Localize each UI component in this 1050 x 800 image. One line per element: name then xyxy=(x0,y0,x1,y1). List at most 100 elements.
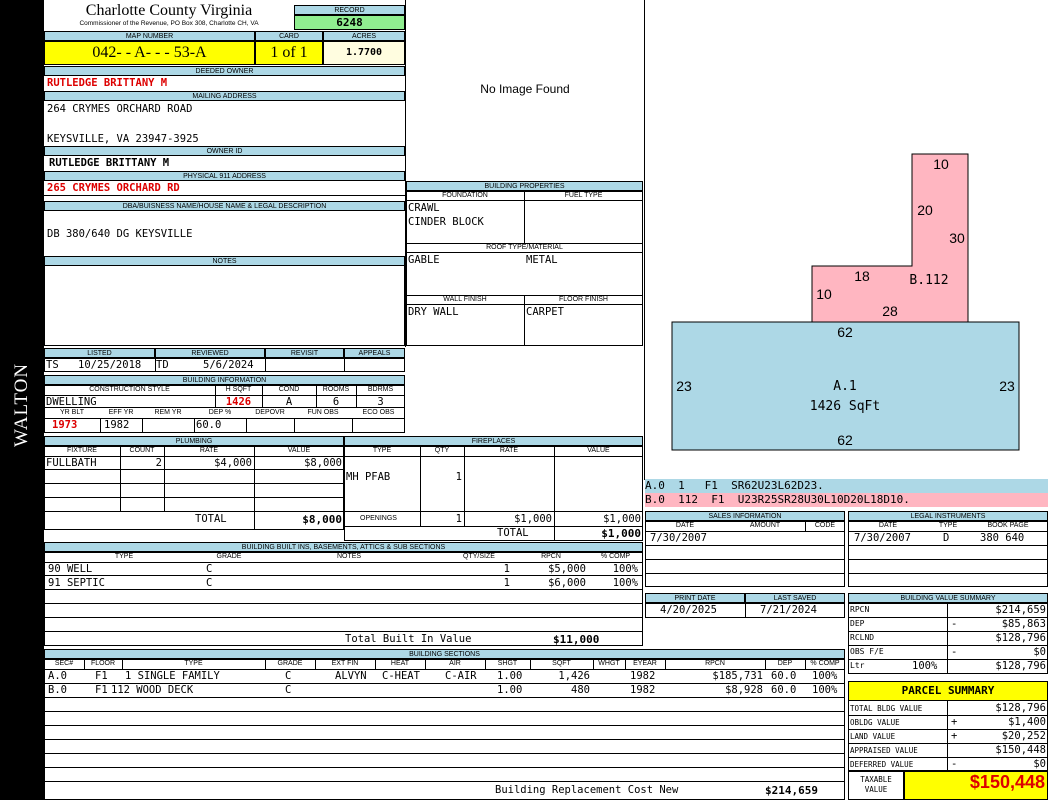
obldg-value: $1,400 xyxy=(1008,716,1046,728)
divider xyxy=(265,358,266,372)
last-saved-date: 7/21/2024 xyxy=(760,604,817,616)
rpcn-header: RPCN xyxy=(705,660,725,667)
section-grade: C xyxy=(285,670,292,682)
divider xyxy=(100,418,101,433)
value-summary-title: BUILDING VALUE SUMMARY xyxy=(848,593,1048,603)
legal-bookpage: 380 640 xyxy=(980,532,1025,544)
physical-address: 265 CRYMES ORCHARD RD xyxy=(47,182,180,194)
ltr-value: $128,796 xyxy=(995,660,1046,672)
floor-finish: CARPET xyxy=(526,306,564,318)
divider xyxy=(848,559,1048,560)
wall-finish: DRY WALL xyxy=(408,306,459,318)
acres-number: 1.7700 xyxy=(345,47,383,58)
sales-amount-label: AMOUNT xyxy=(749,522,781,529)
divider xyxy=(44,781,845,782)
divider xyxy=(265,659,266,669)
legal-type-label: TYPE xyxy=(938,522,958,529)
building-info-title: BUILDING INFORMATION xyxy=(44,375,405,385)
section-air: C-AIR xyxy=(445,670,477,682)
plumbing-value: $8,000 xyxy=(304,457,342,469)
ext-fin-header: EXT FIN xyxy=(331,660,359,667)
record-label: RECORD xyxy=(294,5,405,15)
divider xyxy=(44,631,643,632)
plumbing-rate: $4,000 xyxy=(214,457,252,469)
rclnd-value: $128,796 xyxy=(995,632,1046,644)
sqft-header: SQFT xyxy=(552,660,571,667)
notes-area xyxy=(44,266,405,346)
taxable-label: TAXABLE xyxy=(860,775,892,784)
divider xyxy=(406,252,643,253)
divider xyxy=(246,418,247,433)
builtin-type: 91 SEPTIC xyxy=(48,577,105,589)
divider xyxy=(44,725,845,726)
section-sec: B.0 xyxy=(48,684,67,696)
section-grade: C xyxy=(285,684,292,696)
deferred-value: $0 xyxy=(1033,758,1046,770)
section-type: 112 WOOD DECK xyxy=(111,684,194,696)
divider xyxy=(44,469,344,470)
divider xyxy=(593,659,594,669)
photo-placeholder: No Image Found xyxy=(480,82,570,96)
divider xyxy=(625,659,626,669)
sketch-a-dim-left: 23 xyxy=(676,378,692,394)
divider xyxy=(530,659,531,669)
section-rpcn: $8,928 xyxy=(725,684,763,696)
parcel-summary-title: PARCEL SUMMARY xyxy=(848,681,1048,701)
construction-style-label: CONSTRUCTION STYLE xyxy=(89,386,170,393)
plumbing-title: PLUMBING xyxy=(44,436,344,446)
owner-id: RUTLEDGE BRITTANY M xyxy=(49,157,170,169)
print-date-label: PRINT DATE xyxy=(645,593,745,603)
owner-id-label: OWNER ID xyxy=(44,146,405,156)
appraised-label: APPRAISED VALUE xyxy=(850,746,918,755)
mailing-address-label: MAILING ADDRESS xyxy=(44,91,405,101)
appeals-label: APPEALS xyxy=(344,348,405,358)
card-value: 1 of 1 xyxy=(255,41,323,65)
divider xyxy=(122,659,123,669)
section-sec: A.0 xyxy=(48,670,67,682)
roof-label: ROOF TYPE/MATERIAL xyxy=(486,244,563,251)
sketch-b-dim-top: 10 xyxy=(933,156,949,172)
legal-description: DB 380/640 DG KEYSVILLE xyxy=(47,228,193,240)
legal-date-label: DATE xyxy=(878,522,898,529)
divider xyxy=(44,195,405,196)
divider xyxy=(947,603,948,674)
section-dep: 60.0 xyxy=(771,670,797,682)
total-bldg-label: TOTAL BLDG VALUE xyxy=(850,704,923,713)
fixture-label: FIXTURE xyxy=(67,447,97,454)
dep-label: DEP % xyxy=(208,409,232,416)
fireplace-total-label: TOTAL xyxy=(497,527,529,539)
sales-code-label: CODE xyxy=(814,522,836,529)
last-saved-label: LAST SAVED xyxy=(745,593,845,603)
builtin-rpcn: $5,000 xyxy=(548,563,586,575)
divider xyxy=(745,603,746,618)
notes-label: NOTES xyxy=(44,256,405,266)
traverse-a-text: A.0 1 F1 SR62U23L62D23. xyxy=(645,479,824,492)
divider xyxy=(645,573,845,574)
divider xyxy=(44,753,845,754)
replacement-cost: $214,659 xyxy=(765,784,818,797)
building-sketch: 10 20 30 18 B.112 10 28 62 23 23 A.1 142… xyxy=(671,153,1020,451)
dep-value: $85,863 xyxy=(1001,618,1046,630)
sec-header: SEC# xyxy=(54,660,74,667)
fireplace-type-label: TYPE xyxy=(372,447,392,454)
builtin-qty: 1 xyxy=(503,563,510,575)
builtin-qty: 1 xyxy=(503,577,510,589)
traverse-b: B.0 112 F1 U23R25SR28U30L10D20L18D10. xyxy=(645,493,1048,507)
divider xyxy=(524,191,525,243)
plumbing-total: $8,000 xyxy=(302,513,342,526)
fireplace-total: $1,000 xyxy=(601,527,641,540)
divider xyxy=(294,418,295,433)
total-bldg-value: $128,796 xyxy=(995,702,1046,714)
builtin-comp: 100% xyxy=(612,577,638,589)
section-comp: 100% xyxy=(812,684,838,696)
plumbing-count: 2 xyxy=(155,457,162,469)
rpcn-label: RPCN xyxy=(850,605,870,614)
mailing-address-line2: KEYSVILLE, VA 23947-3925 xyxy=(47,133,199,145)
ltr-label: Ltr xyxy=(850,661,865,670)
divider xyxy=(665,659,666,669)
builtins-total-label: Total Built In Value xyxy=(345,633,472,645)
listed-by: TS xyxy=(46,359,59,371)
legal-title: LEGAL INSTRUMENTS xyxy=(848,511,1048,521)
section-heat: C-HEAT xyxy=(382,670,420,682)
record-number: 6248 xyxy=(336,16,363,29)
